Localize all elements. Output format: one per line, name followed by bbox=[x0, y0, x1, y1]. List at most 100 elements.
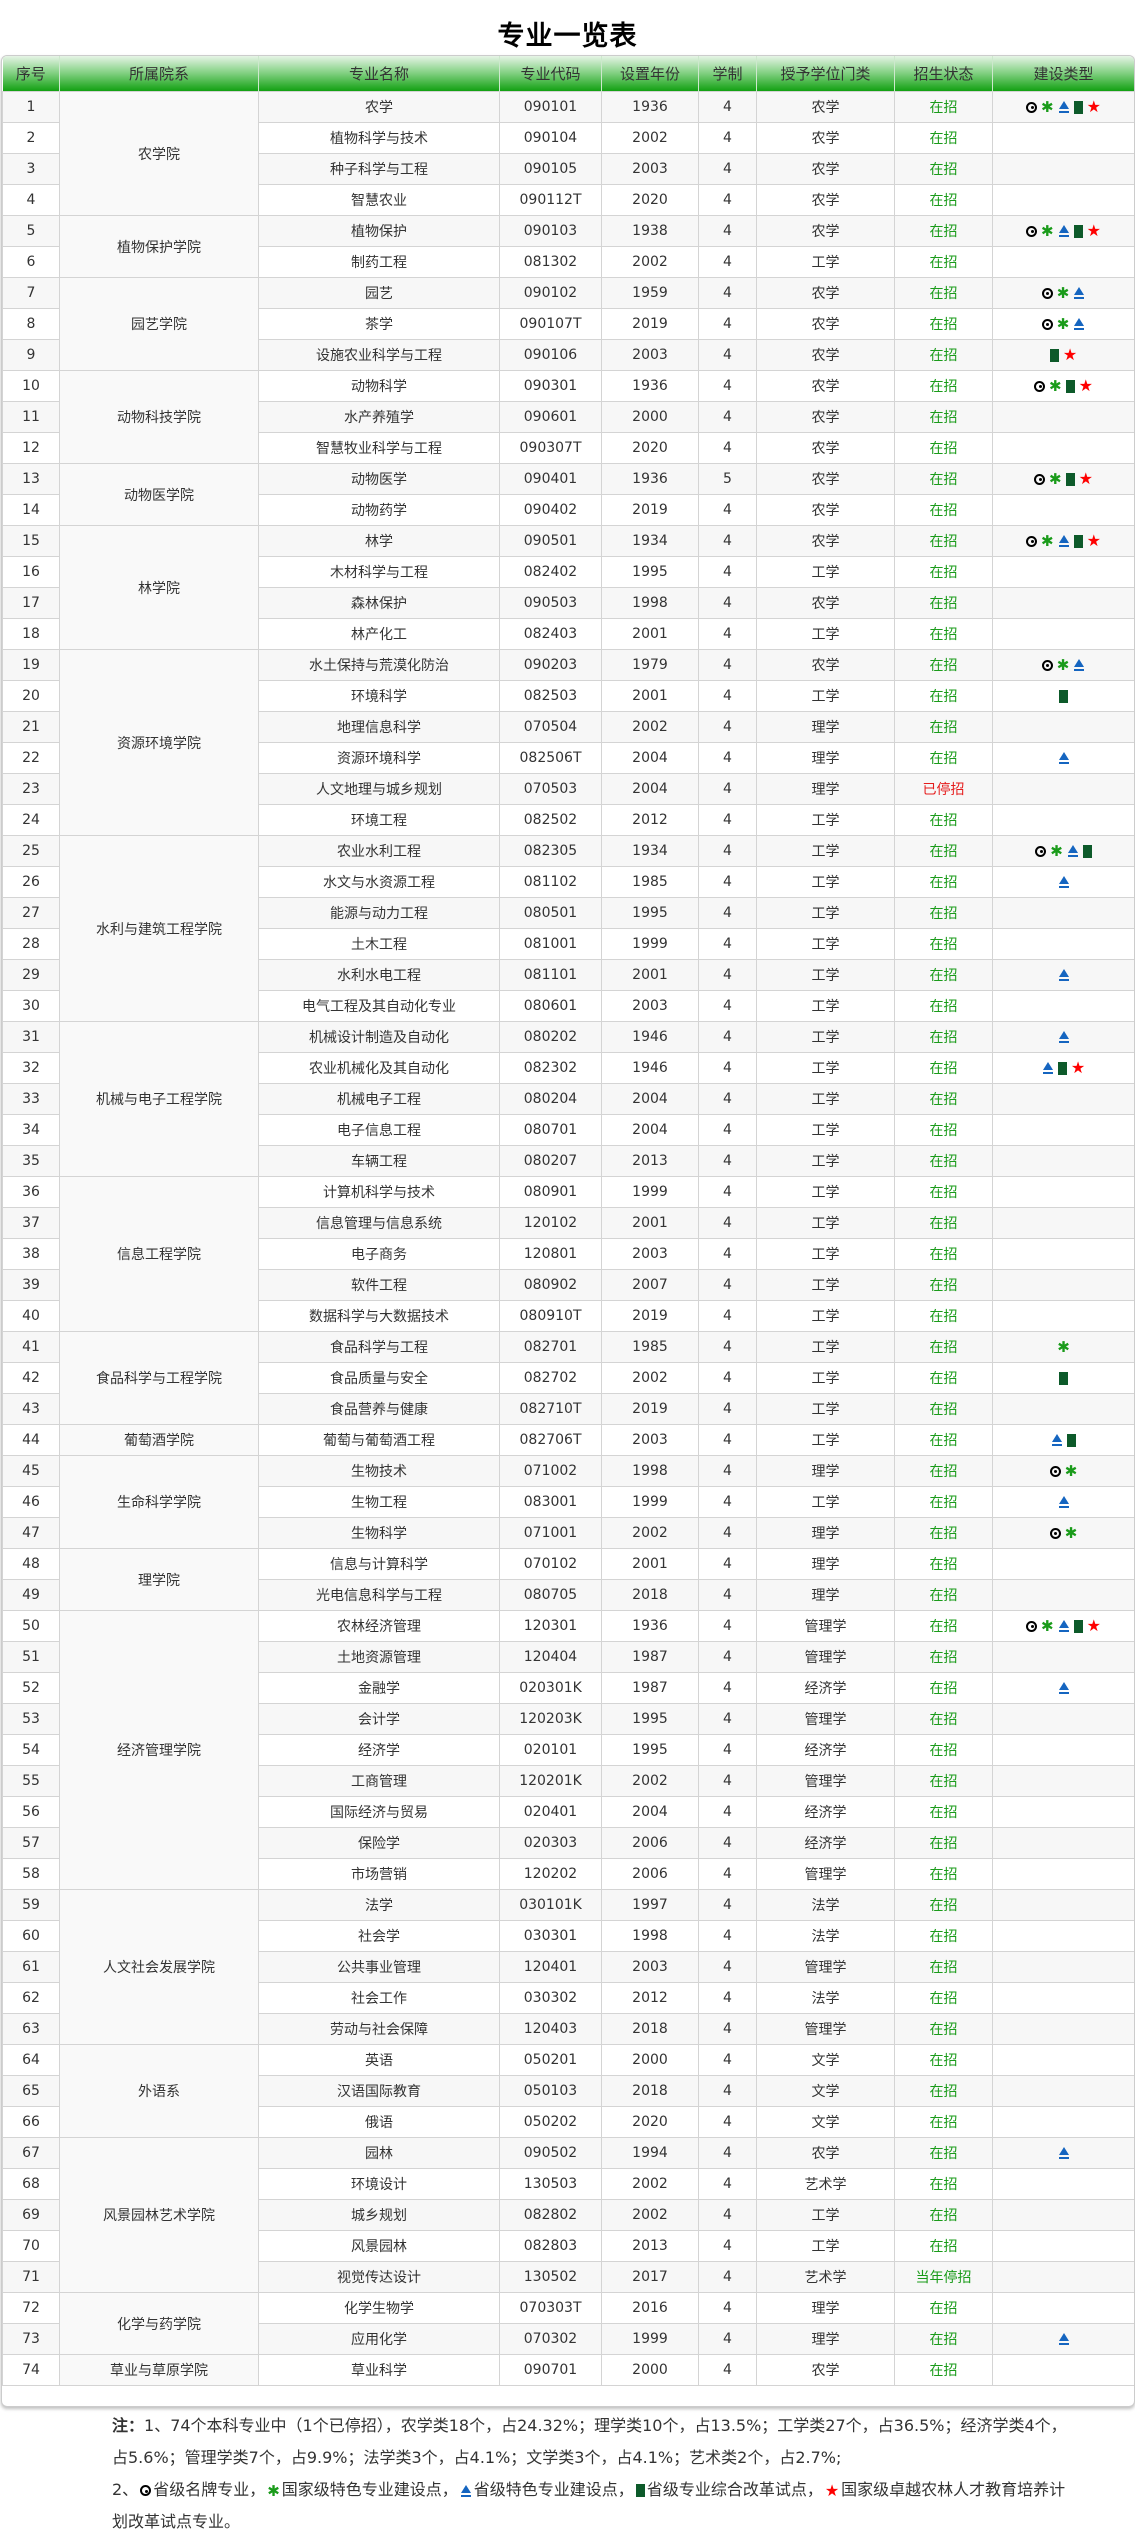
enrollment-status: 在招 bbox=[894, 2292, 993, 2324]
year-established: 2020 bbox=[601, 184, 699, 216]
year-established: 2004 bbox=[601, 1083, 699, 1115]
major-name: 农业水利工程 bbox=[258, 835, 500, 867]
construction-type bbox=[992, 1548, 1134, 1580]
major-code: 082802 bbox=[499, 2199, 602, 2231]
major-code: 083001 bbox=[499, 1486, 602, 1518]
enrollment-status: 在招 bbox=[894, 1486, 993, 1518]
year-established: 1998 bbox=[601, 587, 699, 619]
row-number: 73 bbox=[2, 2323, 60, 2355]
year-established: 1946 bbox=[601, 1021, 699, 1053]
enrollment-status: 在招 bbox=[894, 1765, 993, 1797]
major-name: 电子商务 bbox=[258, 1238, 500, 1270]
construction-type bbox=[992, 804, 1134, 836]
major-code: 090203 bbox=[499, 649, 602, 681]
blue-triangle-icon bbox=[1058, 1682, 1070, 1694]
year-established: 1934 bbox=[601, 835, 699, 867]
row-number: 14 bbox=[2, 494, 60, 526]
major-code: 020101 bbox=[499, 1734, 602, 1766]
enrollment-status: 在招 bbox=[894, 1362, 993, 1394]
enrollment-status: 在招 bbox=[894, 122, 993, 154]
notes-legend-prefix: 2、 bbox=[112, 2480, 139, 2499]
enrollment-status: 在招 bbox=[894, 1517, 993, 1549]
row-number: 6 bbox=[2, 246, 60, 278]
duration: 4 bbox=[698, 2354, 757, 2386]
duration: 4 bbox=[698, 1207, 757, 1239]
duration: 4 bbox=[698, 2168, 757, 2200]
enrollment-status: 在招 bbox=[894, 897, 993, 929]
degree-category: 经济学 bbox=[756, 1734, 895, 1766]
major-code: 090502 bbox=[499, 2137, 602, 2169]
duration: 4 bbox=[698, 1424, 757, 1456]
major-name: 环境工程 bbox=[258, 804, 500, 836]
duration: 4 bbox=[698, 1300, 757, 1332]
duration: 4 bbox=[698, 1951, 757, 1983]
major-code: 081001 bbox=[499, 928, 602, 960]
legend-provincial-reform: 省级专业综合改革试点， bbox=[646, 2480, 823, 2499]
enrollment-status: 在招 bbox=[894, 1331, 993, 1363]
major-name: 土木工程 bbox=[258, 928, 500, 960]
construction-type bbox=[992, 2323, 1134, 2355]
duration: 4 bbox=[698, 1517, 757, 1549]
duration: 4 bbox=[698, 618, 757, 650]
enrollment-status: 在招 bbox=[894, 1176, 993, 1208]
row-number: 31 bbox=[2, 1021, 60, 1053]
green-asterisk-icon: ✱ bbox=[1057, 1338, 1070, 1356]
year-established: 1987 bbox=[601, 1672, 699, 1704]
year-established: 2018 bbox=[601, 2075, 699, 2107]
duration: 4 bbox=[698, 2292, 757, 2324]
major-code: 082702 bbox=[499, 1362, 602, 1394]
major-code: 120301 bbox=[499, 1610, 602, 1642]
column-header: 招生状态 bbox=[894, 56, 993, 92]
major-code: 080705 bbox=[499, 1579, 602, 1611]
major-name: 法学 bbox=[258, 1889, 500, 1921]
year-established: 2001 bbox=[601, 680, 699, 712]
major-code: 130502 bbox=[499, 2261, 602, 2293]
major-code: 081101 bbox=[499, 959, 602, 991]
year-established: 2004 bbox=[601, 742, 699, 774]
construction-type bbox=[992, 680, 1134, 712]
major-code: 120801 bbox=[499, 1238, 602, 1270]
duration: 4 bbox=[698, 649, 757, 681]
duration: 4 bbox=[698, 1269, 757, 1301]
blue-triangle-icon bbox=[1067, 845, 1079, 857]
major-code: 080601 bbox=[499, 990, 602, 1022]
major-code: 120403 bbox=[499, 2013, 602, 2045]
row-number: 11 bbox=[2, 401, 60, 433]
duration: 4 bbox=[698, 1455, 757, 1487]
department-cell: 外语系 bbox=[59, 2044, 259, 2138]
duration: 4 bbox=[698, 2013, 757, 2045]
row-number: 53 bbox=[2, 1703, 60, 1735]
degree-category: 农学 bbox=[756, 215, 895, 247]
major-code: 082302 bbox=[499, 1052, 602, 1084]
construction-type bbox=[992, 1672, 1134, 1704]
degree-category: 法学 bbox=[756, 1982, 895, 2014]
row-number: 33 bbox=[2, 1083, 60, 1115]
row-number: 52 bbox=[2, 1672, 60, 1704]
major-code: 080204 bbox=[499, 1083, 602, 1115]
duration: 4 bbox=[698, 897, 757, 929]
duration: 4 bbox=[698, 1145, 757, 1177]
row-number: 43 bbox=[2, 1393, 60, 1425]
major-name: 生物工程 bbox=[258, 1486, 500, 1518]
duration: 4 bbox=[698, 1703, 757, 1735]
major-code: 082706T bbox=[499, 1424, 602, 1456]
row-number: 65 bbox=[2, 2075, 60, 2107]
major-name: 风景园林 bbox=[258, 2230, 500, 2262]
year-established: 1936 bbox=[601, 370, 699, 402]
construction-type bbox=[992, 1796, 1134, 1828]
enrollment-status: 在招 bbox=[894, 1920, 993, 1952]
red-star-icon: ★ bbox=[1086, 531, 1101, 550]
major-code: 070302 bbox=[499, 2323, 602, 2355]
circle-dot-icon bbox=[1026, 535, 1038, 547]
dark-green-square-icon bbox=[1073, 534, 1083, 548]
duration: 4 bbox=[698, 1176, 757, 1208]
year-established: 2020 bbox=[601, 432, 699, 464]
row-number: 68 bbox=[2, 2168, 60, 2200]
construction-type bbox=[992, 2292, 1134, 2324]
major-code: 080910T bbox=[499, 1300, 602, 1332]
major-code: 090107T bbox=[499, 308, 602, 340]
duration: 4 bbox=[698, 1362, 757, 1394]
enrollment-status: 在招 bbox=[894, 1672, 993, 1704]
construction-type bbox=[992, 1703, 1134, 1735]
year-established: 1999 bbox=[601, 2323, 699, 2355]
